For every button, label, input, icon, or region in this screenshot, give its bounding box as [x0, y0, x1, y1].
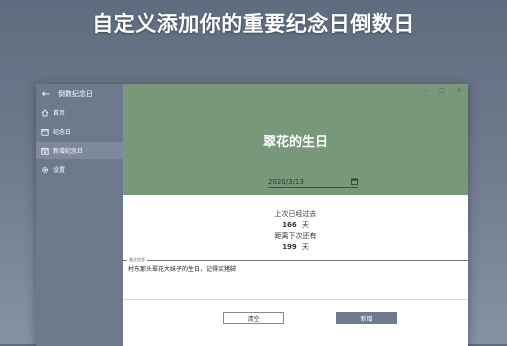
sidebar: ← 倒数纪念日 首页 纪念日 新增纪念日 设置: [36, 84, 123, 346]
clear-button[interactable]: 清空: [223, 312, 284, 324]
since-days: 166: [282, 221, 297, 229]
sidebar-item-label: 新增纪念日: [53, 148, 84, 155]
until-label: 距离下次还有: [274, 232, 317, 240]
sidebar-item-home[interactable]: 首页: [36, 104, 123, 121]
title-banner: – □ × 翠花的生日 2020/3/13: [123, 84, 468, 195]
sidebar-item-anniversaries[interactable]: 纪念日: [36, 123, 123, 140]
day-stats: 上次已经过去 166 天 距离下次还有 199 天: [123, 209, 468, 253]
sidebar-item-settings[interactable]: 设置: [36, 161, 123, 178]
sidebar-item-label: 首页: [53, 110, 66, 117]
note-border: [123, 260, 468, 261]
app-window: ← 倒数纪念日 首页 纪念日 新增纪念日 设置 – □ × 翠花的生日 2020…: [36, 84, 468, 346]
date-picker[interactable]: 2020/3/13: [268, 176, 358, 188]
day-unit: 天: [301, 221, 309, 229]
home-icon: [40, 108, 49, 117]
note-input[interactable]: 村东那头翠花大妹子的生日，记得买猪脚: [128, 264, 236, 273]
sidebar-item-add-anniversary[interactable]: 新增纪念日: [36, 142, 123, 159]
back-arrow-icon[interactable]: ←: [40, 89, 52, 100]
until-row: 199 天: [123, 242, 468, 253]
calendar-icon[interactable]: [351, 178, 358, 185]
date-value: 2020/3/13: [268, 177, 304, 186]
event-title: 翠花的生日: [262, 135, 328, 150]
app-title: 倒数纪念日: [58, 90, 93, 98]
divider: [123, 299, 468, 300]
minimize-button[interactable]: –: [424, 87, 427, 94]
close-button[interactable]: ×: [457, 87, 462, 94]
calendar-icon: [40, 127, 49, 136]
day-unit: 天: [301, 243, 309, 251]
promo-headline: 自定义添加你的重要纪念日倒数日: [92, 12, 415, 36]
calendar-add-icon: [40, 146, 49, 155]
sidebar-item-label: 设置: [53, 167, 66, 174]
gear-icon: [40, 165, 49, 174]
since-label: 上次已经过去: [274, 210, 317, 218]
since-row: 166 天: [123, 220, 468, 231]
note-label: 备注信息: [127, 257, 147, 263]
maximize-button[interactable]: □: [439, 87, 445, 94]
window-controls: – □ ×: [424, 87, 462, 94]
sidebar-item-label: 纪念日: [53, 129, 72, 136]
sidebar-header: ← 倒数纪念日: [40, 87, 93, 101]
add-button[interactable]: 新增: [336, 312, 397, 324]
until-days: 199: [282, 243, 297, 251]
main-content: – □ × 翠花的生日 2020/3/13 上次已经过去 166 天 距离下次还有…: [123, 84, 468, 346]
